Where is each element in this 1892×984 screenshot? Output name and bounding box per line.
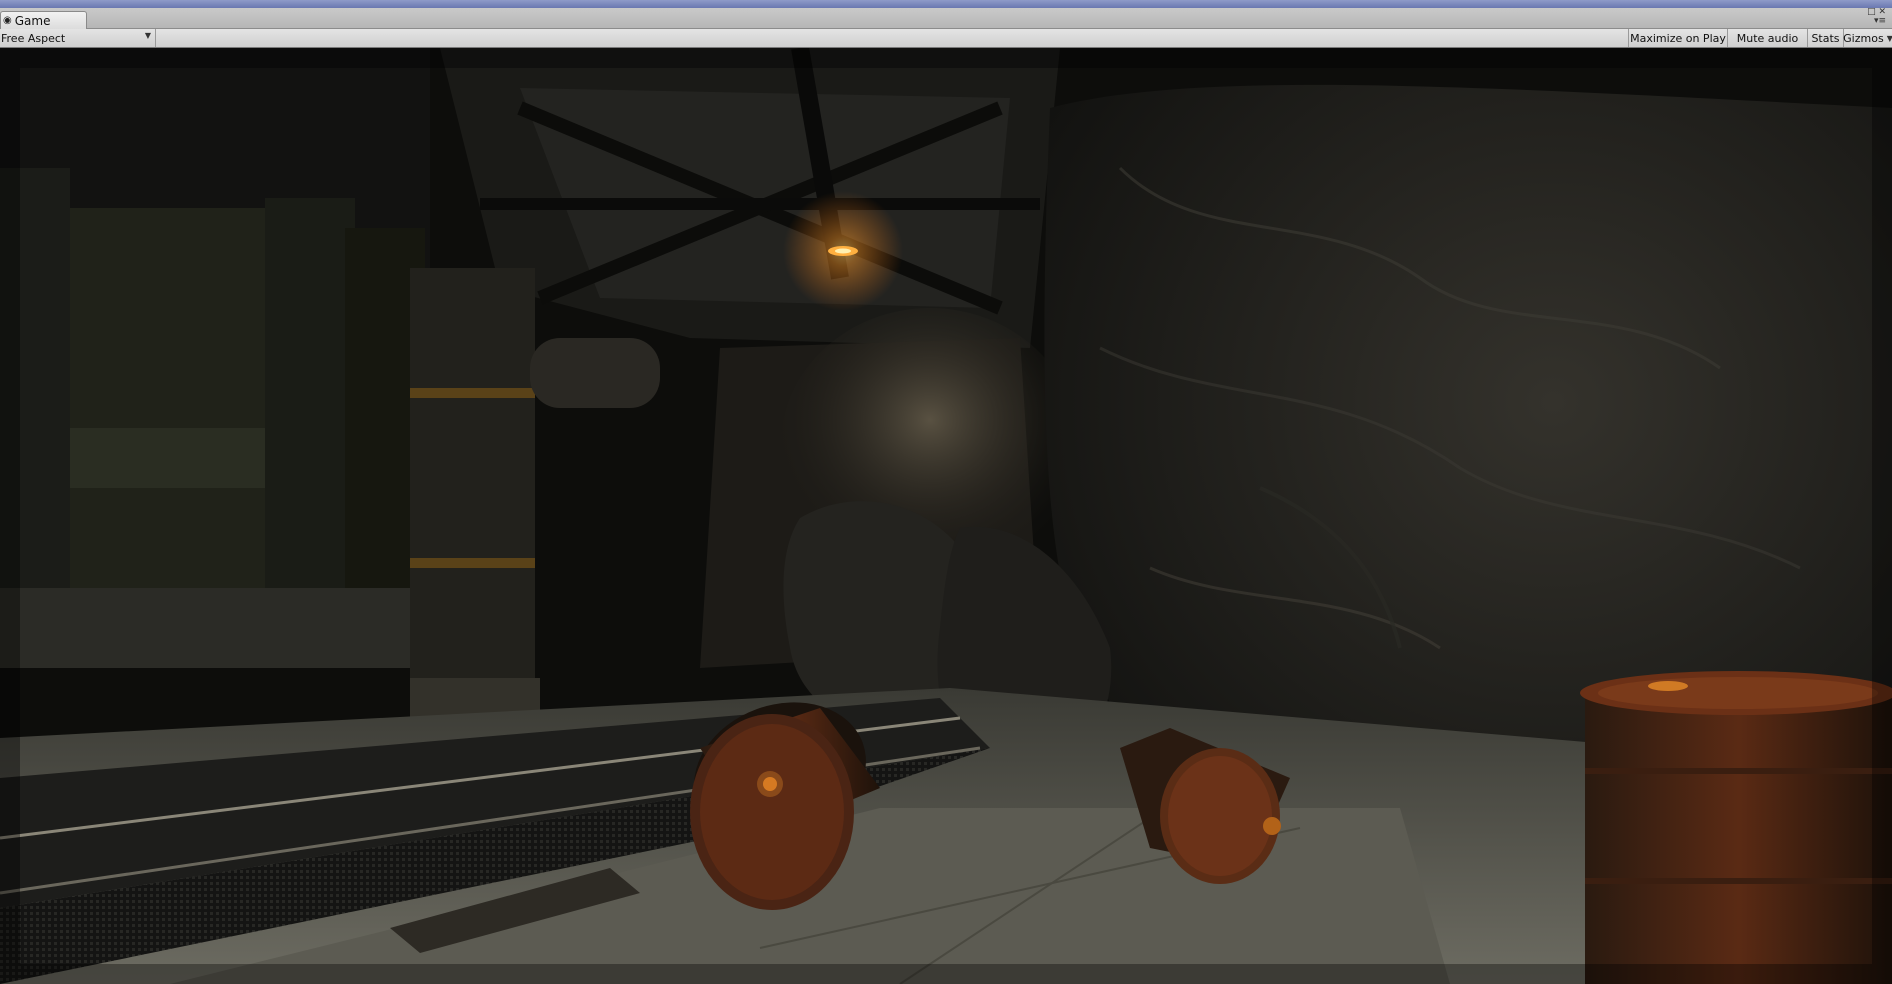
aspect-dropdown-label: Free Aspect: [1, 31, 66, 45]
tab-game[interactable]: ◉ Game: [0, 11, 87, 29]
window-controls: □ ✕ ▾≡: [1856, 8, 1886, 29]
gizmos-dropdown[interactable]: Gizmos ▼: [1843, 29, 1892, 47]
mute-audio-label: Mute audio: [1736, 31, 1799, 45]
game-scene-render: [0, 48, 1892, 984]
maximize-on-play-toggle[interactable]: Maximize on Play: [1628, 29, 1727, 47]
gizmos-label: Gizmos: [1843, 31, 1884, 45]
mute-audio-toggle[interactable]: Mute audio: [1727, 29, 1807, 47]
game-controller-icon: ◉: [3, 15, 12, 26]
stats-label: Stats: [1811, 31, 1840, 45]
stats-toggle[interactable]: Stats: [1807, 29, 1843, 47]
game-viewport[interactable]: [0, 48, 1892, 984]
window-title-strip[interactable]: [0, 0, 1892, 8]
tab-menu-icon[interactable]: ▾≡: [1874, 16, 1886, 26]
aspect-dropdown[interactable]: Free Aspect ▼: [0, 29, 156, 47]
game-toolbar: Free Aspect ▼ Maximize on Play Mute audi…: [0, 29, 1892, 48]
tab-bar: ◉ Game □ ✕ ▾≡: [0, 8, 1892, 29]
chevron-down-icon: ▼: [144, 31, 151, 40]
unity-game-window: ◉ Game □ ✕ ▾≡ Free Aspect ▼ Maximize on …: [0, 0, 1892, 984]
chevron-down-icon: ▼: [1886, 33, 1892, 43]
maximize-on-play-label: Maximize on Play: [1630, 31, 1726, 45]
tab-game-label: Game: [14, 13, 51, 28]
